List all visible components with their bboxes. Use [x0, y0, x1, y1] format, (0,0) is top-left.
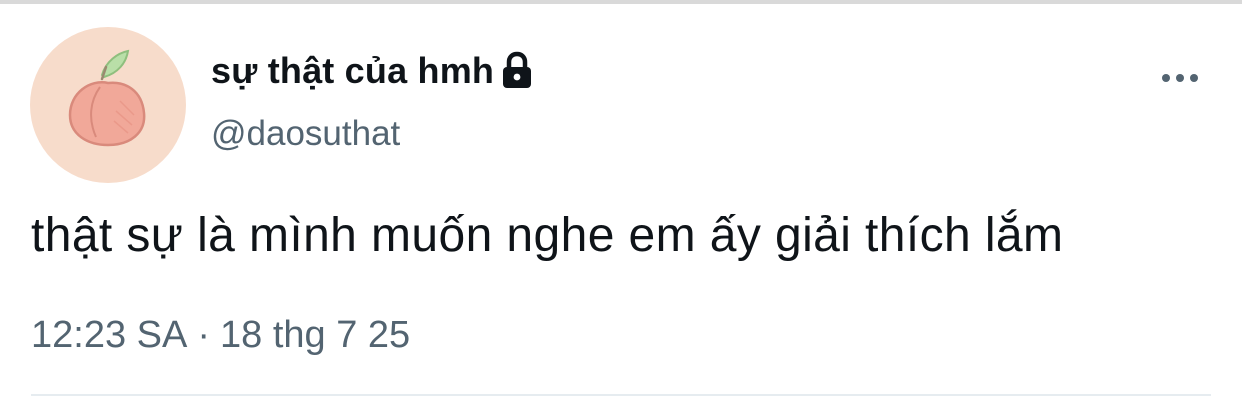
timestamp-separator: ·: [197, 314, 210, 356]
tweet-text: thật sự là mình muốn nghe em ấy giải thí…: [31, 209, 1064, 262]
bottom-divider: [31, 394, 1211, 396]
tweet-time[interactable]: 12:23 SA: [31, 314, 187, 357]
tweet-date[interactable]: 18 thg 7 25: [220, 314, 410, 357]
more-options-button[interactable]: [1150, 62, 1210, 94]
top-divider: [0, 0, 1242, 4]
more-horizontal-icon: [1162, 74, 1198, 82]
lock-icon: [500, 51, 534, 91]
avatar[interactable]: [30, 27, 186, 183]
peach-icon: [68, 49, 146, 147]
author-handle[interactable]: @daosuthat: [211, 114, 400, 154]
author-name-row[interactable]: sự thật của hmh: [211, 48, 534, 94]
tweet-card: sự thật của hmh @daosuthat thật sự là mì…: [0, 0, 1242, 400]
tweet-timestamp[interactable]: 12:23 SA · 18 thg 7 25: [31, 314, 410, 357]
display-name[interactable]: sự thật của hmh: [211, 50, 494, 92]
